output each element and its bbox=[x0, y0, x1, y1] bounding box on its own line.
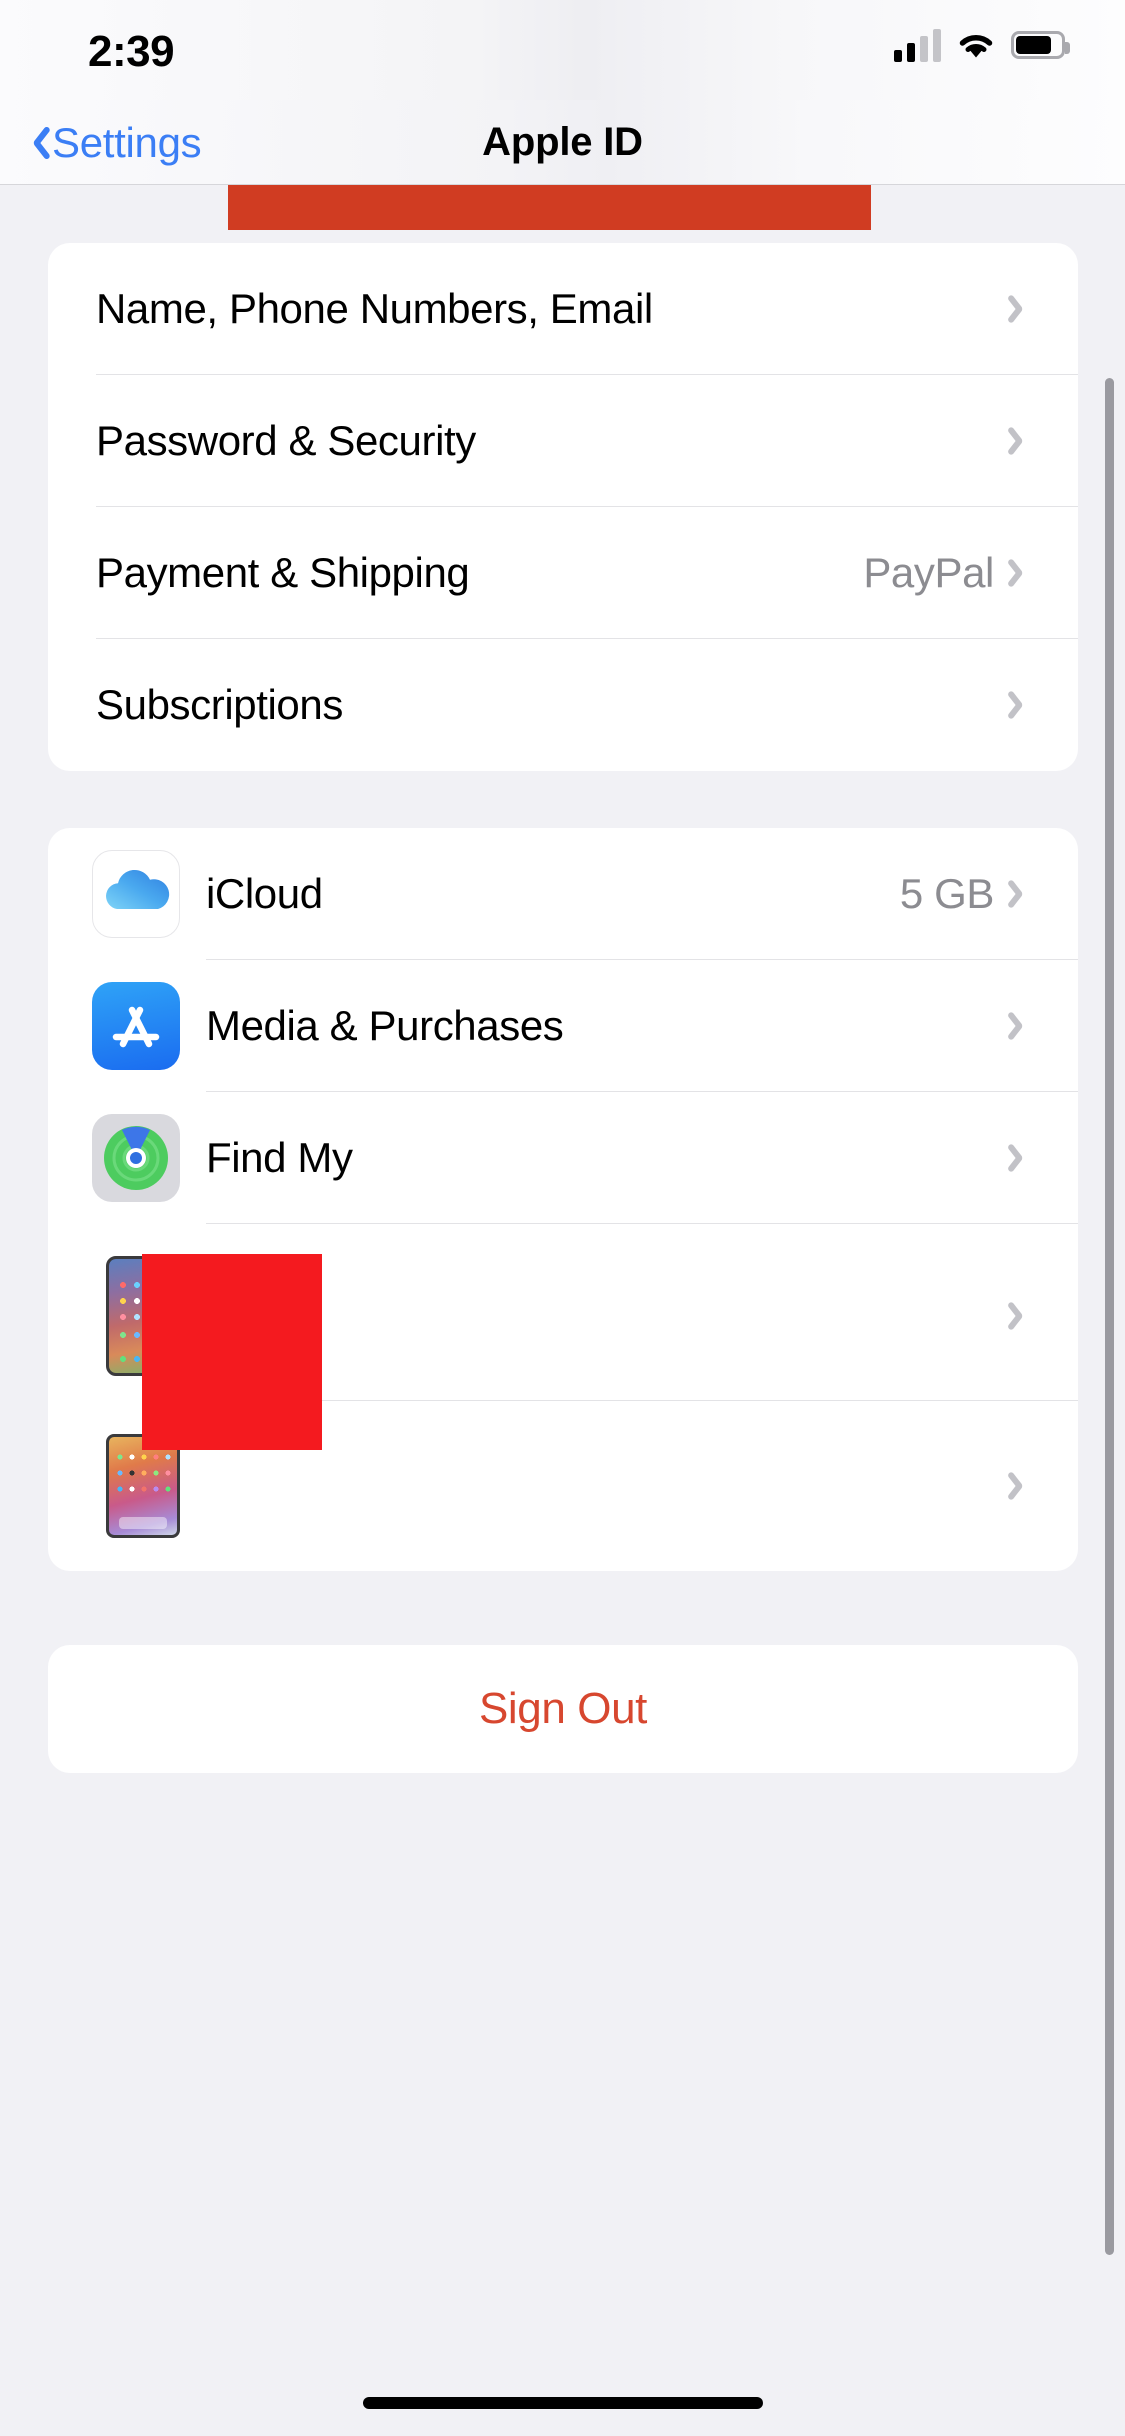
vertical-scrollbar[interactable] bbox=[1105, 378, 1114, 2255]
row-label: Find My bbox=[206, 1134, 353, 1181]
row-value: PayPal bbox=[863, 549, 994, 596]
row-label: Name, Phone Numbers, Email bbox=[96, 285, 653, 332]
row-label: Media & Purchases bbox=[206, 1002, 564, 1049]
redaction-device-names bbox=[142, 1254, 322, 1450]
battery-icon bbox=[1011, 31, 1070, 59]
back-button[interactable]: Settings bbox=[24, 100, 202, 185]
sign-out-label: Sign Out bbox=[478, 1684, 647, 1733]
chevron-right-icon bbox=[1012, 689, 1030, 721]
row-subscriptions[interactable]: Subscriptions bbox=[48, 639, 1078, 771]
home-indicator[interactable] bbox=[362, 2397, 763, 2409]
row-name-phone-email[interactable]: Name, Phone Numbers, Email bbox=[48, 243, 1078, 375]
row-media-purchases[interactable]: Media & Purchases bbox=[48, 960, 1078, 1092]
row-label: iCloud bbox=[206, 870, 323, 917]
sign-out-button[interactable]: Sign Out bbox=[48, 1645, 1078, 1773]
chevron-right-icon bbox=[1012, 557, 1030, 589]
row-label: Subscriptions bbox=[96, 681, 343, 728]
account-settings-group: Name, Phone Numbers, Email Password & Se… bbox=[48, 243, 1078, 771]
status-bar: 2:39 bbox=[0, 0, 1125, 100]
chevron-right-icon bbox=[1012, 1300, 1030, 1332]
chevron-right-icon bbox=[1012, 1010, 1030, 1042]
redaction-banner-top bbox=[228, 185, 871, 230]
chevron-right-icon bbox=[1012, 878, 1030, 910]
row-label: Password & Security bbox=[96, 417, 476, 464]
row-label: Payment & Shipping bbox=[96, 549, 470, 596]
app-store-icon bbox=[92, 982, 180, 1070]
chevron-left-icon bbox=[24, 124, 46, 162]
chevron-right-icon bbox=[1012, 1470, 1030, 1502]
status-bar-clock: 2:39 bbox=[88, 27, 175, 76]
chevron-right-icon bbox=[1012, 1142, 1030, 1174]
find-my-icon bbox=[92, 1114, 180, 1202]
wifi-icon bbox=[955, 29, 997, 61]
row-icloud[interactable]: iCloud 5 GB bbox=[48, 828, 1078, 960]
row-value: 5 GB bbox=[899, 870, 995, 917]
navigation-bar: Apple ID Settings bbox=[0, 100, 1125, 185]
back-button-label: Settings bbox=[52, 118, 202, 166]
chevron-right-icon bbox=[1012, 293, 1030, 325]
row-payment-shipping[interactable]: Payment & Shipping PayPal bbox=[48, 507, 1078, 639]
status-bar-icons bbox=[894, 28, 1070, 62]
settings-scroll-content[interactable]: Name, Phone Numbers, Email Password & Se… bbox=[0, 185, 1125, 2365]
cellular-signal-icon bbox=[894, 28, 941, 62]
row-find-my[interactable]: Find My bbox=[48, 1092, 1078, 1224]
chevron-right-icon bbox=[1012, 425, 1030, 457]
icloud-icon bbox=[92, 850, 180, 938]
apple-id-settings-screen: 2:39 Apple ID Settings Name, Phone Numbe… bbox=[0, 0, 1125, 2436]
row-password-security[interactable]: Password & Security bbox=[48, 375, 1078, 507]
